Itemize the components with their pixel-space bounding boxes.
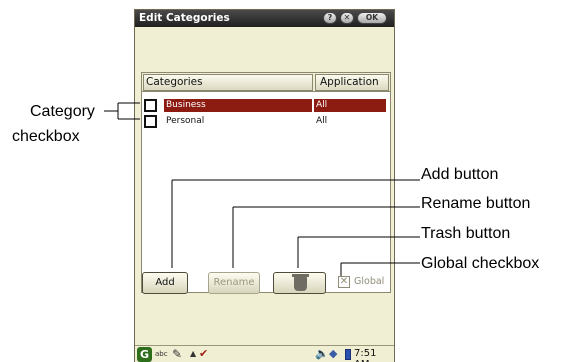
speaker-icon[interactable]: 🔈: [315, 347, 329, 360]
annotation-category-checkbox-line1: Category: [30, 103, 95, 120]
categories-list[interactable]: Categories Application Business All Pers…: [141, 72, 391, 293]
list-header: Categories Application: [142, 73, 390, 92]
add-button[interactable]: Add: [142, 272, 188, 294]
start-logo-icon[interactable]: G: [137, 347, 152, 362]
checkmark-icon[interactable]: ✔: [199, 347, 208, 360]
status-bar: G abc ✎ ▲ ✔ 🔈 ◆ 7:51 AM: [135, 345, 394, 362]
category-application: All: [316, 116, 328, 126]
annotation-category-checkbox-line2: checkbox: [12, 128, 80, 145]
annotation-global-checkbox: Global checkbox: [421, 255, 540, 272]
window-title: Edit Categories: [139, 12, 230, 24]
global-label: Global: [354, 276, 385, 287]
column-header-application[interactable]: Application: [315, 74, 389, 91]
list-item[interactable]: Personal All: [142, 115, 390, 129]
annotation-add-button: Add button: [421, 166, 499, 183]
edit-categories-window: Edit Categories ? ✕ OK Categories Applic…: [134, 9, 395, 362]
annotation-trash-button: Trash button: [421, 225, 511, 242]
battery-icon[interactable]: [345, 349, 351, 360]
trash-icon: [292, 274, 309, 291]
rename-button[interactable]: Rename: [208, 272, 260, 294]
column-header-categories[interactable]: Categories: [143, 74, 313, 91]
help-button[interactable]: ?: [323, 12, 337, 24]
ok-button[interactable]: OK: [357, 12, 387, 24]
category-checkbox[interactable]: [144, 99, 157, 112]
category-name: Business: [164, 99, 312, 112]
category-checkbox[interactable]: [144, 115, 157, 128]
trash-button[interactable]: [273, 272, 326, 294]
category-name: Personal: [166, 116, 205, 126]
close-button[interactable]: ✕: [340, 12, 354, 24]
arrow-up-icon[interactable]: ▲: [190, 349, 196, 358]
title-bar: Edit Categories ? ✕ OK: [135, 10, 394, 27]
clock[interactable]: 7:51 AM: [354, 348, 394, 362]
input-method-icon[interactable]: abc: [155, 350, 168, 358]
global-checkbox[interactable]: ✕ Global: [338, 276, 394, 290]
list-item[interactable]: Business All: [142, 99, 390, 113]
pen-icon[interactable]: ✎: [172, 347, 182, 361]
network-icon[interactable]: ◆: [329, 347, 337, 360]
category-application: All: [314, 99, 386, 112]
global-checkbox-box[interactable]: ✕: [338, 276, 350, 288]
annotation-rename-button: Rename button: [421, 195, 531, 212]
